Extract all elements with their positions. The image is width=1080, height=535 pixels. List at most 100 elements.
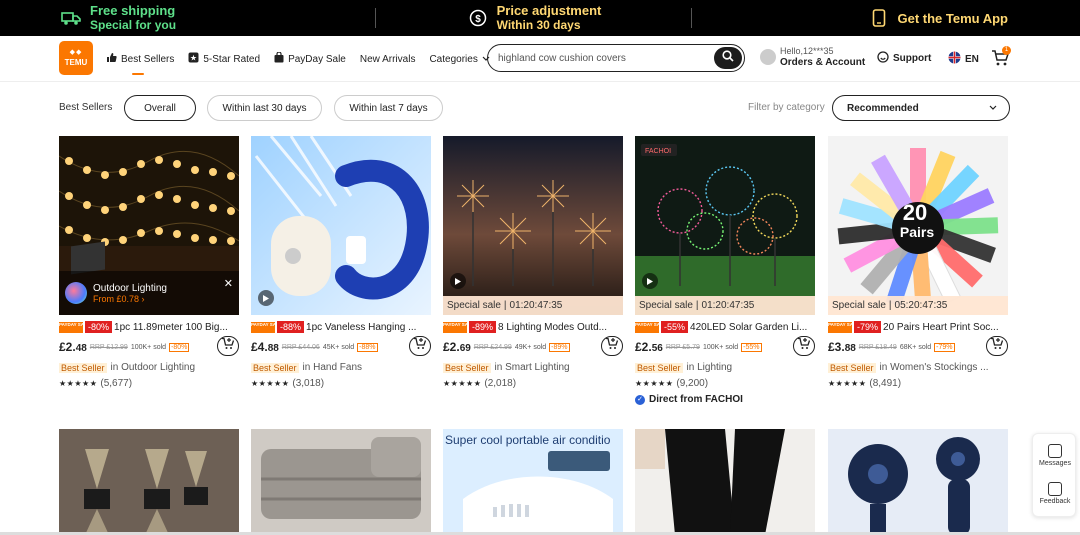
search-input[interactable]	[498, 52, 714, 64]
nav-new-arrivals-label: New Arrivals	[359, 53, 416, 65]
product-title[interactable]: 420LED Solar Garden Li...	[690, 322, 807, 333]
nav-five-star[interactable]: ★ 5-Star Rated	[188, 52, 260, 66]
overlay-title: Outdoor Lighting	[93, 282, 167, 294]
product-category[interactable]: in Women's Stockings ...	[880, 362, 989, 373]
product-category[interactable]: in Outdoor Lighting	[111, 362, 196, 373]
discount-small: -55%	[741, 342, 762, 352]
category-promo-overlay[interactable]: Outdoor Lighting From £0.78 › ✕	[59, 271, 239, 315]
product-price: £2.56	[635, 340, 663, 354]
filter-pill-overall[interactable]: Overall	[124, 95, 196, 121]
rating-count: (3,018)	[292, 378, 325, 389]
sort-dropdown[interactable]: Recommended	[832, 95, 1010, 121]
temu-logo[interactable]: ◆◆ TEMU	[59, 41, 93, 75]
countdown-value: 01:20:47:35	[509, 300, 563, 311]
support-link[interactable]: Support	[877, 51, 931, 66]
promo-get-app[interactable]: Get the Temu App	[692, 0, 1080, 36]
feedback-button[interactable]: Feedback	[1033, 482, 1077, 505]
nav-categories[interactable]: Categories	[429, 53, 490, 65]
account-greeting: Hello,12***35	[780, 46, 834, 56]
phone-icon	[868, 7, 890, 29]
account-menu[interactable]: Hello,12***35 Orders & Account	[760, 46, 865, 68]
product-image[interactable]: FACHOI Special sale | 01:20:47:35	[635, 136, 815, 315]
nav-best-sellers[interactable]: Best Sellers	[106, 52, 174, 75]
promo-price-adjustment-sub: Within 30 days	[496, 18, 581, 32]
discount-small: -89%	[549, 342, 570, 352]
close-icon[interactable]: ✕	[224, 277, 233, 290]
timer-separator: |	[695, 300, 699, 311]
add-to-cart-button[interactable]	[409, 336, 431, 356]
cart-button[interactable]: 1	[991, 46, 1011, 67]
promo-banner: Free shipping Special for you $ Price ad…	[0, 0, 1080, 36]
countdown-value: 01:20:47:35	[701, 300, 755, 311]
rating-count: (9,200)	[676, 378, 709, 389]
search-icon	[722, 49, 734, 67]
product-title[interactable]: 20 Pairs Heart Print Soc...	[883, 322, 999, 333]
cart-icon	[991, 50, 1010, 71]
category-thumbnail-icon	[65, 282, 87, 304]
feedback-edit-icon	[1048, 482, 1062, 496]
language-selector[interactable]: EN	[948, 51, 979, 67]
filter-pill-30-days[interactable]: Within last 30 days	[207, 95, 322, 121]
promo-free-shipping[interactable]: Free shipping Special for you	[0, 0, 376, 36]
nav-payday-sale-label: PayDay Sale	[288, 53, 346, 65]
filter-pill-7-days[interactable]: Within last 7 days	[334, 95, 443, 121]
discount-small: -88%	[357, 342, 378, 352]
add-cart-icon	[413, 337, 427, 355]
star-rating: ★★★★★	[635, 379, 674, 388]
product-card-image[interactable]	[59, 429, 239, 535]
sold-count: 68K+ sold	[899, 343, 932, 351]
product-category[interactable]: in Lighting	[687, 362, 733, 373]
messages-label: Messages	[1039, 460, 1071, 467]
discount-small: -79%	[934, 342, 955, 352]
rrp-price: RRP £24.99	[473, 343, 512, 351]
product-card-image[interactable]	[828, 429, 1008, 535]
discount-badge: -79%	[854, 321, 882, 333]
product-title[interactable]: 1pc Vaneless Hanging ...	[306, 322, 416, 333]
play-video-icon[interactable]	[258, 290, 274, 306]
nav-new-arrivals[interactable]: New Arrivals	[360, 54, 416, 65]
nav-payday-sale[interactable]: PayDay Sale	[274, 51, 346, 66]
nav-categories-label: Categories	[429, 53, 478, 65]
shopping-bag-icon	[274, 51, 284, 66]
add-to-cart-button[interactable]	[217, 336, 239, 356]
add-to-cart-button[interactable]	[601, 336, 623, 356]
add-cart-icon	[797, 337, 811, 355]
best-seller-tag: Best Seller	[443, 362, 491, 373]
promo-get-app-label: Get the Temu App	[897, 10, 1009, 26]
product-title[interactable]: 8 Lighting Modes Outd...	[498, 322, 607, 333]
promo-price-adjustment[interactable]: $ Price adjustment Within 30 days	[376, 0, 692, 36]
site-header: ◆◆ TEMU Best Sellers ★ 5-Star Rated PayD…	[0, 36, 1080, 82]
product-title[interactable]: 1pc 11.89meter 100 Big...	[114, 322, 228, 333]
product-image[interactable]: 20 Pairs Special sale | 05:20:47:35	[828, 136, 1008, 315]
messages-button[interactable]: Messages	[1033, 444, 1077, 467]
direct-from-seller[interactable]: ✓ Direct from FACHOI	[635, 394, 743, 405]
sold-count: 100K+ sold	[130, 343, 167, 351]
search-button[interactable]	[714, 47, 742, 69]
chevron-down-icon	[989, 103, 997, 114]
support-label: Support	[893, 53, 932, 64]
play-video-icon[interactable]	[450, 273, 466, 289]
dollar-circle-icon: $	[467, 7, 489, 29]
sold-count: 49K+ sold	[514, 343, 547, 351]
product-image[interactable]: Outdoor Lighting From £0.78 › ✕	[59, 136, 239, 315]
uk-flag-icon	[948, 51, 961, 67]
product-card-image[interactable]	[635, 429, 815, 535]
star-rating: ★★★★★	[443, 379, 482, 388]
product-image[interactable]: Special sale | 01:20:47:35	[443, 136, 623, 315]
add-to-cart-button[interactable]	[793, 336, 815, 356]
sort-value: Recommended	[847, 102, 919, 114]
add-to-cart-button[interactable]	[986, 336, 1008, 356]
rrp-price: RRP £5.79	[665, 343, 700, 351]
play-video-icon[interactable]	[642, 273, 658, 289]
product-category[interactable]: in Smart Lighting	[495, 362, 570, 373]
product-image[interactable]	[251, 136, 431, 315]
discount-badge: -80%	[85, 321, 113, 333]
star-rating: ★★★★★	[828, 379, 867, 388]
cart-count-badge: 1	[1002, 46, 1011, 55]
product-category[interactable]: in Hand Fans	[303, 362, 362, 373]
product-card-image[interactable]	[251, 429, 431, 535]
countdown-value: 05:20:47:35	[894, 300, 948, 311]
filter-by-category-label[interactable]: Filter by category	[748, 102, 825, 113]
overlay-price: From £0.78 ›	[93, 293, 145, 304]
product-card-image[interactable]: Super cool portable air conditio	[443, 429, 623, 535]
